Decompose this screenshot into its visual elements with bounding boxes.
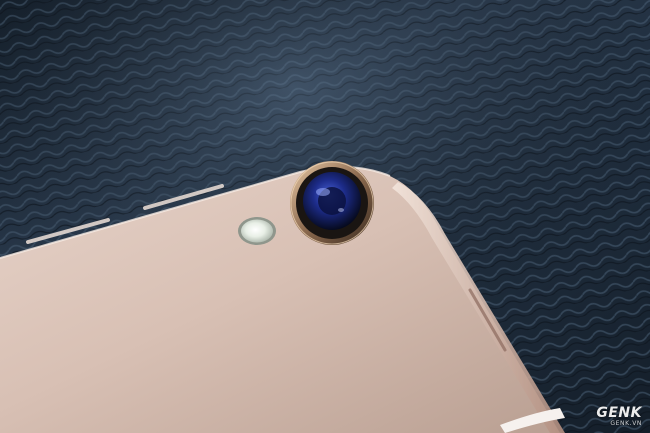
photo-illustration — [0, 0, 650, 433]
flash-icon — [241, 219, 273, 243]
lens-reflection — [316, 188, 330, 196]
genk-watermark: GENK GENK.VN — [596, 406, 642, 427]
watermark-brand: GENK — [596, 405, 642, 421]
watermark-domain: GENK.VN — [610, 420, 642, 427]
photo-scene: GENK GENK.VN — [0, 0, 650, 433]
lens-glint — [338, 208, 344, 212]
